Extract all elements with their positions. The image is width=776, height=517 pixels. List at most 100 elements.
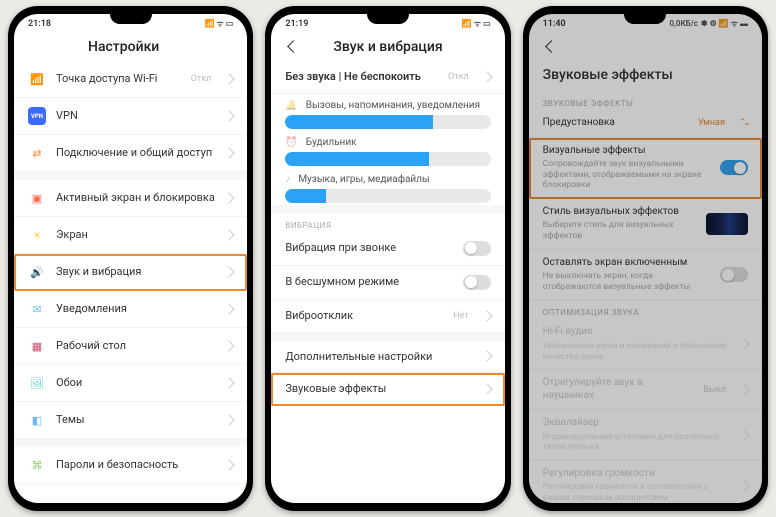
chevron-right-icon (224, 340, 235, 351)
settings-item-1-icon: VPN (28, 107, 46, 125)
silent-dnd-label: Без звука | Не беспокоить (285, 70, 438, 84)
status-time: 11:40 (543, 19, 566, 29)
settings-item2-0-row[interactable]: ▣Активный экран и блокировка (14, 180, 247, 217)
disabled-value: Выкл (703, 385, 726, 395)
section-header-opt: ОПТИМИЗАЦИЯ ЗВУКА (529, 300, 762, 319)
settings-item2-5-icon: 🖼 (28, 374, 46, 392)
status-icons: 0,0КБ/с ✽ ⚙ 📶 ᯤ ▬ (669, 18, 748, 29)
settings-item2-3-icon: ✉ (28, 300, 46, 318)
settings-item2-2-row[interactable]: 🔊 Звук и вибрация (14, 254, 247, 291)
chevron-right-icon (481, 310, 492, 321)
vibration-row-0-toggle[interactable] (463, 241, 491, 256)
settings-item-0-label: Точка доступа Wi-Fi (56, 72, 181, 86)
vibration-row-0-row[interactable]: Вибрация при звонке (271, 232, 504, 266)
phone-frame-1: 21:18 📶 ᯤ ▭ Настройки 📶 Точка доступа Wi-… (8, 6, 253, 511)
settings-item2-1-icon: ☀ (28, 226, 46, 244)
row-visual-style[interactable]: Стиль визуальных эффектов Выберите стиль… (529, 199, 762, 250)
chevron-right-icon (224, 73, 235, 84)
slider-label: Будильник (306, 137, 357, 148)
settings-item-2-label: Подключение и общий доступ (56, 146, 215, 160)
vibration-row-1-toggle[interactable] (463, 275, 491, 290)
up-down-icon: ⌃⌄ (739, 118, 748, 128)
settings-item2-3-label: Уведомления (56, 302, 215, 316)
disabled-label: Регулировка громкости (543, 468, 730, 481)
settings-item3-0-row[interactable]: ⌘Пароли и безопасность (14, 447, 247, 484)
disabled-label: Эквалайзер (543, 417, 730, 430)
vibration-row-0-label: Вибрация при звонке (285, 241, 452, 255)
chevron-right-icon (481, 351, 492, 362)
settings-item-2-row[interactable]: ⇄ Подключение и общий доступ (14, 135, 247, 172)
settings-item-0-icon: 📶 (28, 70, 46, 88)
page-title: Настройки (14, 39, 233, 55)
vibration-row-1-row[interactable]: В бесшумном режиме (271, 266, 504, 300)
chevron-right-icon (224, 110, 235, 121)
extra-row-0-row[interactable]: Дополнительные настройки (271, 341, 504, 374)
settings-item2-6-row[interactable]: ◧ Темы (14, 402, 247, 439)
status-icons: 📶 ᯤ ▭ (205, 18, 234, 29)
slider-label: Вызовы, напоминания, уведомления (306, 100, 480, 111)
disabled-row-2: Эквалайзер Индивидуальные установки для р… (529, 410, 762, 461)
settings-item2-2-label: Звук и вибрация (56, 265, 215, 279)
chevron-right-icon (481, 71, 492, 82)
status-time: 21:19 (285, 19, 308, 29)
settings-item2-4-icon: ▦ (28, 337, 46, 355)
chevron-right-icon (224, 229, 235, 240)
chevron-right-icon (224, 303, 235, 314)
slider-track[interactable] (285, 189, 490, 203)
back-icon[interactable] (543, 39, 559, 55)
vibration-row-1-label: В бесшумном режиме (285, 275, 452, 289)
settings-item2-6-label: Темы (56, 413, 215, 427)
settings-item-1-row[interactable]: VPNVPN (14, 98, 247, 135)
extra-row-0-label: Дополнительные настройки (285, 350, 472, 364)
settings-item2-6-icon: ◧ (28, 411, 46, 429)
page-header: Настройки (14, 31, 247, 61)
disabled-sub: Уменьшение шума и искажений и повышение … (543, 341, 730, 362)
disabled-row-3: Регулировка громкостиРегулировка громкос… (529, 461, 762, 503)
disabled-sub: Индивидуальные установки для различных т… (543, 432, 730, 453)
disabled-row-0: Hi-Fi аудиоУменьшение шума и искажений и… (529, 319, 762, 370)
keep-on-toggle[interactable] (720, 267, 748, 282)
row-keep-screen-on[interactable]: Оставлять экран включенным Не выключать … (529, 250, 762, 301)
row-silent-dnd[interactable]: Без звука | Не беспокоить Откл (271, 61, 504, 94)
settings-item2-3-row[interactable]: ✉ Уведомления (14, 291, 247, 328)
status-bar: 21:19 📶 ᯤ ▭ (271, 14, 504, 31)
chevron-right-icon (738, 384, 749, 395)
settings-item-2-icon: ⇄ (28, 144, 46, 162)
preset-label: Предустановка (543, 117, 688, 130)
phone-frame-2: 21:19 📶 ᯤ ▭ Звук и вибрация Без звука | … (265, 6, 510, 511)
visual-effects-label: Визуальные эффекты (543, 145, 710, 158)
status-icons: 📶 ᯤ ▭ (462, 18, 491, 29)
section-header-vibration: ВИБРАЦИЯ (271, 213, 504, 232)
settings-item2-2-icon: 🔊 (28, 263, 46, 281)
visual-effects-sub: Сопровождайте звук визуальными эффектами… (543, 159, 710, 191)
volume-slider-1: ⏰Будильник (271, 131, 504, 168)
slider-track[interactable] (285, 152, 490, 166)
status-bar: 11:40 0,0КБ/с ✽ ⚙ 📶 ᯤ ▬ (529, 14, 762, 31)
chevron-right-icon (738, 480, 749, 491)
row-visual-effects[interactable]: Визуальные эффекты Сопровождайте звук ви… (529, 138, 762, 199)
page-header: Звук и вибрация (271, 31, 504, 61)
settings-item2-4-row[interactable]: ▦Рабочий стол (14, 328, 247, 365)
extra-row-1-label: Звуковые эффекты (285, 382, 472, 396)
phone-frame-3: 11:40 0,0КБ/с ✽ ⚙ 📶 ᯤ ▬ Звуковые эффекты… (523, 6, 768, 511)
style-preview-swatch (706, 213, 748, 235)
vibration-row-2-row[interactable]: ВиброоткликНет (271, 300, 504, 333)
row-preset[interactable]: Предустановка Умная ⌃⌄ (529, 110, 762, 138)
slider-track[interactable] (285, 115, 490, 129)
settings-item2-1-label: Экран (56, 228, 215, 242)
settings-item2-5-label: Обои (56, 376, 215, 390)
chevron-right-icon (481, 383, 492, 394)
disabled-sub: Регулировка громкости в соответствии с в… (543, 482, 730, 503)
settings-item2-1-row[interactable]: ☀ Экран (14, 217, 247, 254)
settings-item-0-row[interactable]: 📶Точка доступа Wi-FiОткл (14, 61, 247, 98)
settings-item2-5-row[interactable]: 🖼 Обои (14, 365, 247, 402)
visual-effects-toggle[interactable] (720, 160, 748, 175)
chevron-right-icon (224, 459, 235, 470)
back-icon[interactable] (285, 39, 301, 55)
keep-on-label: Оставлять экран включенным (543, 257, 710, 270)
vibration-row-2-label: Виброотклик (285, 309, 443, 323)
chevron-right-icon (224, 147, 235, 158)
status-time: 21:18 (28, 19, 51, 29)
settings-item2-0-icon: ▣ (28, 189, 46, 207)
extra-row-1-row[interactable]: Звуковые эффекты (271, 373, 504, 406)
